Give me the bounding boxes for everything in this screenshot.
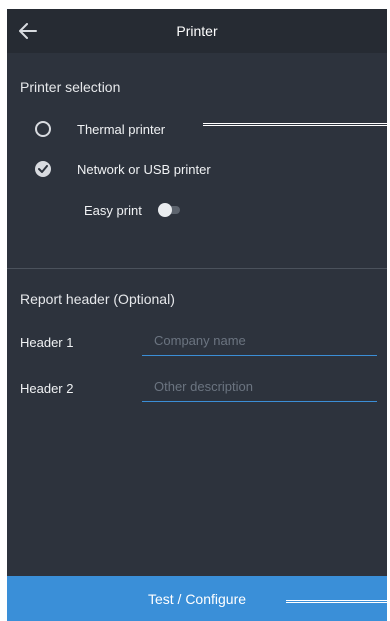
back-button[interactable]	[15, 18, 41, 44]
radio-thermal-printer[interactable]: Thermal printer	[35, 117, 165, 141]
radio-label: Thermal printer	[77, 121, 166, 137]
radio-checked-icon	[35, 161, 51, 177]
printer-selection-heading: Printer selection	[20, 79, 121, 95]
radio-network-usb-printer[interactable]: Network or USB printer	[35, 157, 211, 181]
header-1-input[interactable]	[142, 326, 377, 356]
toggle-knob	[157, 203, 172, 217]
app-bar: Printer	[7, 9, 387, 53]
radio-label: Network or USB printer	[77, 161, 211, 177]
page-title: Printer	[176, 23, 218, 39]
test-configure-label: Test / Configure	[147, 590, 247, 607]
section-divider	[7, 268, 387, 269]
header-2-row: Header 2	[20, 372, 377, 406]
test-configure-button[interactable]: Test / Configure	[7, 576, 387, 621]
printer-screen: Printer Printer selection Thermal printe…	[7, 9, 387, 621]
easy-print-row: Easy print	[84, 200, 180, 220]
easy-print-toggle[interactable]	[157, 203, 180, 217]
radio-unchecked-icon	[35, 121, 51, 137]
header-1-row: Header 1	[20, 326, 377, 360]
header-2-input[interactable]	[142, 372, 377, 402]
arrow-left-icon	[19, 23, 37, 39]
annotation-pointer-line	[286, 600, 390, 603]
annotation-pointer-line	[203, 123, 390, 126]
easy-print-label: Easy print	[84, 202, 142, 218]
report-header-heading: Report header (Optional)	[20, 291, 175, 307]
header-2-label: Header 2	[20, 381, 74, 396]
header-1-label: Header 1	[20, 335, 74, 350]
